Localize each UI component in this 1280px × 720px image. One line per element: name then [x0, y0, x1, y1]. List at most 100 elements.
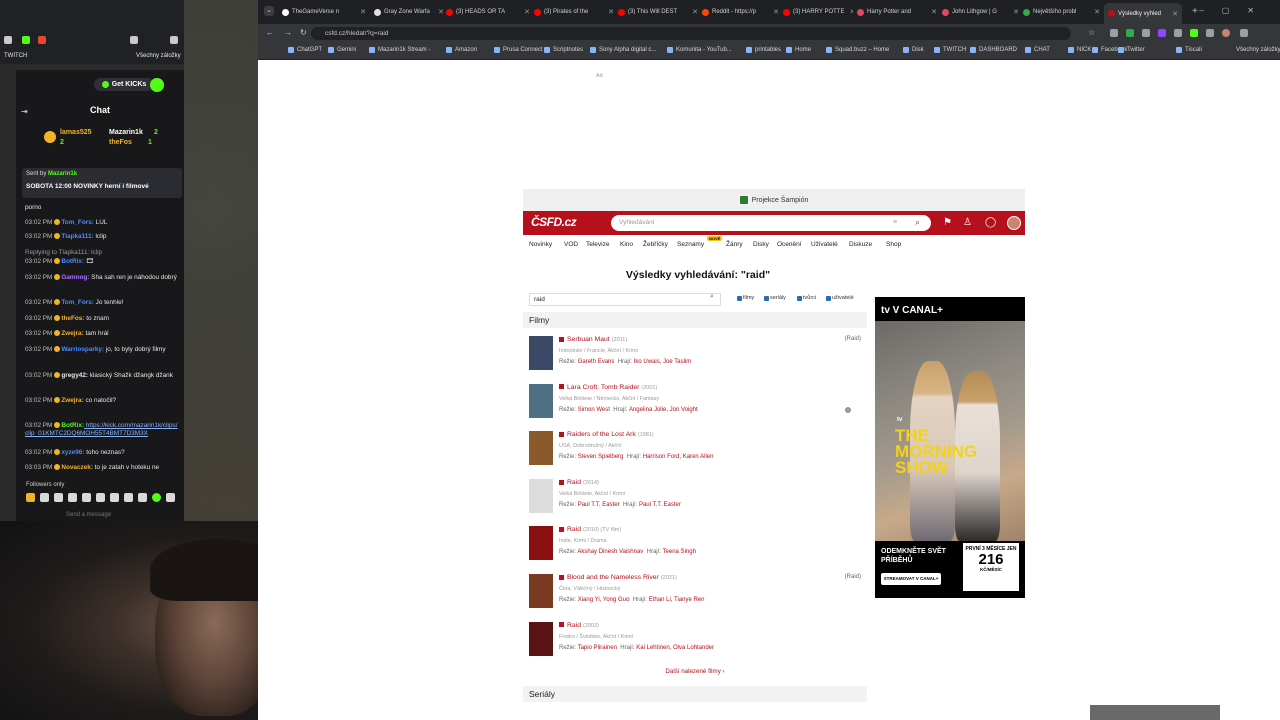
film-director[interactable]: Paul T.T. Easter [578, 502, 620, 508]
film-poster[interactable] [529, 526, 553, 561]
tab-close-icon[interactable]: ✕ [690, 8, 698, 16]
bookmark-item[interactable]: Squad.buzz – Home [826, 47, 889, 53]
tab-close-icon[interactable]: ✕ [358, 8, 366, 16]
message-user[interactable]: Zwejra: [61, 397, 83, 404]
browser-tab[interactable]: TheGameVerse n ✕ [282, 4, 366, 20]
film-actors[interactable]: Harrison Ford, Karen Allen [643, 454, 714, 460]
film-director[interactable]: Akshay Dinesh Vaishnav [577, 549, 643, 555]
nav-item[interactable]: Ocenění [777, 241, 802, 248]
browser-tab[interactable]: Reddit - https://p ✕ [702, 4, 779, 20]
profile-icon[interactable] [1222, 29, 1230, 37]
filter-creators[interactable]: tvůrci [797, 295, 816, 301]
search-icon[interactable]: ⌕ [915, 217, 920, 228]
extension-icon[interactable] [1190, 29, 1198, 37]
film-title-link[interactable]: Raid (2003) [559, 622, 599, 629]
film-title-link[interactable]: Serbuan Maut (2011) [559, 336, 627, 343]
browser-tab[interactable]: Největšího probl ✕ [1023, 4, 1100, 20]
message-user[interactable]: Zwejra: [61, 330, 83, 337]
site-logo[interactable]: ČSFD.cz [531, 215, 605, 231]
bookmark-item[interactable]: Twitter [1118, 47, 1145, 53]
browser-tab[interactable]: (3) Pirates of the ✕ [534, 4, 614, 20]
film-actors[interactable]: Ethan Li, Tianye Ren [649, 597, 705, 603]
kick-avatar-icon[interactable] [150, 78, 164, 92]
messages-icon[interactable]: ◯ [985, 217, 996, 229]
nav-item[interactable]: Žebříčky [643, 241, 668, 248]
message-user[interactable]: theFos: [61, 315, 84, 322]
nav-item[interactable]: VOD [564, 241, 578, 248]
film-director[interactable]: Simon West [578, 407, 610, 413]
emote-icon[interactable] [68, 493, 77, 502]
emote-icon[interactable] [124, 493, 133, 502]
film-director[interactable]: Xiang Yi, Yong Guo [578, 597, 630, 603]
bookmark-item[interactable]: Sony Alpha digital c... [590, 47, 656, 53]
film-title-link[interactable]: Raid (2010) (TV film) [559, 526, 621, 533]
address-bar[interactable]: csfd.cz/hledat/?q=raid [311, 27, 1071, 40]
extension-icon[interactable] [1206, 29, 1214, 37]
extension-icon[interactable] [1174, 29, 1182, 37]
film-title-link[interactable]: Lara Croft: Tomb Raider (2001) [559, 384, 657, 391]
nav-item[interactable]: Disky [753, 241, 769, 248]
bookmark-item[interactable]: Amazon [446, 47, 477, 53]
all-bookmarks[interactable]: Všechny záložky [1236, 47, 1280, 53]
film-actors[interactable]: Kai Lehtinen, Olva Lohtander [636, 645, 714, 651]
get-kicks-button[interactable]: Get KICKs [94, 78, 154, 91]
search-filter-icon[interactable]: ≡ [893, 219, 897, 226]
tab-close-icon[interactable]: ✕ [522, 8, 530, 16]
film-poster[interactable] [529, 574, 553, 608]
tab-search-icon[interactable]: ⌄ [264, 6, 274, 16]
filter-serials[interactable]: seriály [764, 295, 786, 301]
nav-item[interactable]: Uživatelé [811, 241, 838, 248]
more-films-link[interactable]: Další nalezené filmy › [523, 668, 867, 675]
film-title-link[interactable]: Blood and the Nameless River (2021) [559, 574, 677, 581]
back-icon[interactable]: ← [266, 28, 274, 37]
emote-icon[interactable] [166, 493, 175, 502]
window-controls[interactable]: –▢✕ [1199, 6, 1272, 15]
browser-tab[interactable]: John Lithgow | G ✕ [942, 4, 1019, 20]
forward-icon[interactable]: → [284, 28, 292, 37]
bookmark-item[interactable]: DASHBOARD [970, 47, 1017, 53]
filter-users[interactable]: uživatelé [826, 295, 854, 301]
bookmark-item[interactable]: ChatGPT [288, 47, 322, 53]
reload-icon[interactable] [4, 36, 12, 44]
projection-bar[interactable]: Projekce Šampión [523, 189, 1025, 211]
bookmark-item[interactable]: CHAT [1025, 47, 1050, 53]
bookmark-item[interactable]: Home [786, 47, 811, 53]
header-search-input[interactable]: Vyhledávání [611, 215, 931, 231]
extension-icon[interactable] [130, 36, 138, 44]
extension-icon[interactable] [1110, 29, 1118, 37]
emote-icon[interactable] [152, 493, 161, 502]
search-query-input[interactable]: raid [529, 293, 721, 306]
film-poster[interactable] [529, 478, 553, 513]
message-user[interactable]: BotRix: [61, 422, 84, 429]
search-icon[interactable]: ⌕ [710, 293, 714, 301]
nav-item[interactable]: Seznamy [677, 241, 704, 248]
film-poster[interactable] [529, 431, 553, 466]
nav-item[interactable]: Novinky [529, 241, 552, 248]
user-avatar[interactable] [1007, 216, 1021, 230]
film-title-link[interactable]: Raid (2014) [559, 479, 599, 486]
emote-icon[interactable] [54, 493, 63, 502]
bookmark-item[interactable]: Tiscali [1176, 47, 1202, 53]
ad-cta-button[interactable]: STREAMOVAT V CANAL+ [881, 573, 941, 585]
record-icon[interactable] [38, 36, 46, 44]
browser-tab[interactable]: Gray Zone Warfa ✕ [374, 4, 444, 20]
emote-icon[interactable] [96, 493, 105, 502]
bookmark-item[interactable]: Komunita - YouTub... [667, 47, 732, 53]
browser-tab[interactable]: (3) HEADS OR TA ✕ [446, 4, 530, 20]
emote-icon[interactable] [138, 493, 147, 502]
film-director[interactable]: Tapio Piirainen [578, 645, 617, 651]
film-actors[interactable]: Angelina Jolie, Jon Voight [629, 407, 698, 413]
tab-close-icon[interactable]: ✕ [1170, 10, 1178, 18]
bookmark-item[interactable]: TWITCH [934, 47, 966, 53]
message-user[interactable]: Warriosparky: [61, 346, 104, 353]
film-poster[interactable] [529, 336, 553, 370]
nav-item[interactable]: Diskuze [849, 241, 872, 248]
extension-icon[interactable] [1158, 29, 1166, 37]
tab-close-icon[interactable]: ✕ [1092, 8, 1100, 16]
message-user[interactable]: Tom_Fors: [61, 219, 94, 226]
nav-item[interactable]: Televize [586, 241, 609, 248]
film-actors[interactable]: Iko Uwais, Joe Taslim [634, 359, 692, 365]
tab-close-icon[interactable]: ✕ [929, 8, 937, 16]
nav-item[interactable]: Žánry [726, 241, 743, 248]
bookmark-item[interactable]: Gemini [328, 47, 356, 53]
